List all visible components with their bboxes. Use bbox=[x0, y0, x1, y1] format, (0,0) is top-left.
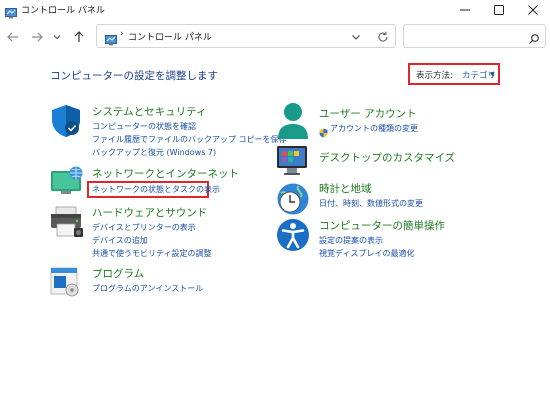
user-accounts-icon[interactable] bbox=[276, 102, 310, 140]
category-user-accounts[interactable]: ユーザー アカウント bbox=[319, 106, 417, 121]
breadcrumb-separator[interactable]: › bbox=[120, 29, 124, 39]
category-hardware-sound[interactable]: ハードウェアとサウンド bbox=[92, 205, 207, 220]
refresh-icon bbox=[378, 31, 388, 42]
window-title: コントロール パネル bbox=[21, 6, 105, 16]
category-network-internet[interactable]: ネットワークとインターネット bbox=[92, 166, 239, 181]
recent-locations-button[interactable] bbox=[48, 28, 66, 46]
back-button[interactable] bbox=[4, 28, 22, 46]
breadcrumb-separator[interactable]: › bbox=[191, 29, 195, 39]
up-button[interactable] bbox=[70, 28, 88, 46]
link-mobility-settings[interactable]: 共通で使うモビリティ設定の調整 bbox=[92, 248, 212, 259]
title-bar: コントロール パネル bbox=[0, 0, 550, 20]
link-network-status-tasks[interactable]: ネットワークの状態とタスクの表示 bbox=[92, 184, 220, 195]
desktop-customization-icon[interactable] bbox=[276, 144, 310, 176]
chevron-down-icon bbox=[53, 35, 61, 40]
breadcrumb-control-panel[interactable]: コントロール パネル bbox=[128, 30, 212, 43]
search-input[interactable] bbox=[408, 28, 522, 46]
category-programs[interactable]: プログラム bbox=[92, 266, 144, 281]
dropdown-arrow-icon[interactable]: ▼ bbox=[490, 71, 495, 78]
close-icon bbox=[528, 5, 538, 15]
clock-globe-icon[interactable] bbox=[276, 182, 310, 216]
link-file-history-backup[interactable]: ファイル履歴でファイルのバックアップ コピーを保存 bbox=[92, 134, 287, 145]
link-date-time-format[interactable]: 日付、時刻、数値形式の変更 bbox=[319, 198, 423, 209]
chevron-down-icon bbox=[352, 35, 360, 40]
uac-shield-icon bbox=[319, 123, 328, 138]
minimize-icon bbox=[460, 9, 470, 11]
forward-button[interactable] bbox=[28, 28, 46, 46]
control-panel-icon bbox=[105, 31, 117, 46]
link-uninstall-program[interactable]: プログラムのアンインストール bbox=[92, 283, 203, 294]
printer-icon[interactable] bbox=[50, 206, 84, 238]
arrow-right-icon bbox=[32, 32, 43, 42]
network-globe-icon[interactable] bbox=[50, 165, 84, 195]
link-backup-restore[interactable]: バックアップと復元 (Windows 7) bbox=[92, 147, 216, 158]
page-title: コンピューターの設定を調整します bbox=[50, 70, 218, 82]
accessibility-icon[interactable] bbox=[276, 218, 310, 252]
control-panel-icon bbox=[5, 4, 17, 19]
view-by-control[interactable]: 表示方法: カテゴリ ▼ bbox=[408, 63, 500, 85]
arrow-up-icon bbox=[74, 31, 84, 42]
category-system-security[interactable]: システムとセキュリティ bbox=[92, 104, 207, 119]
link-add-device[interactable]: デバイスの追加 bbox=[92, 235, 148, 246]
link-suggested-settings[interactable]: 設定の提案の表示 bbox=[319, 235, 383, 246]
category-ease-of-access[interactable]: コンピューターの簡単操作 bbox=[319, 218, 445, 233]
maximize-button[interactable] bbox=[482, 0, 516, 20]
arrow-left-icon bbox=[7, 32, 18, 42]
address-bar[interactable]: › コントロール パネル › bbox=[96, 24, 396, 48]
link-change-account-type[interactable]: アカウントの種類の変更 bbox=[330, 123, 418, 134]
search-box[interactable] bbox=[403, 24, 546, 48]
view-by-label: 表示方法: bbox=[416, 71, 453, 81]
category-appearance[interactable]: デスクトップのカスタマイズ bbox=[319, 150, 455, 165]
minimize-button[interactable] bbox=[448, 0, 482, 20]
category-clock-region[interactable]: 時計と地域 bbox=[319, 181, 372, 196]
link-optimize-display[interactable]: 視覚ディスプレイの最適化 bbox=[319, 248, 414, 259]
link-check-computer-status[interactable]: コンピューターの状態を確認 bbox=[92, 121, 196, 132]
search-icon[interactable] bbox=[528, 30, 540, 44]
shield-icon[interactable] bbox=[50, 104, 82, 138]
link-devices-printers[interactable]: デバイスとプリンターの表示 bbox=[92, 222, 196, 233]
programs-icon[interactable] bbox=[50, 266, 82, 298]
address-dropdown-button[interactable] bbox=[349, 30, 363, 44]
close-button[interactable] bbox=[516, 0, 550, 20]
refresh-button[interactable] bbox=[376, 30, 390, 44]
maximize-icon bbox=[494, 5, 504, 15]
